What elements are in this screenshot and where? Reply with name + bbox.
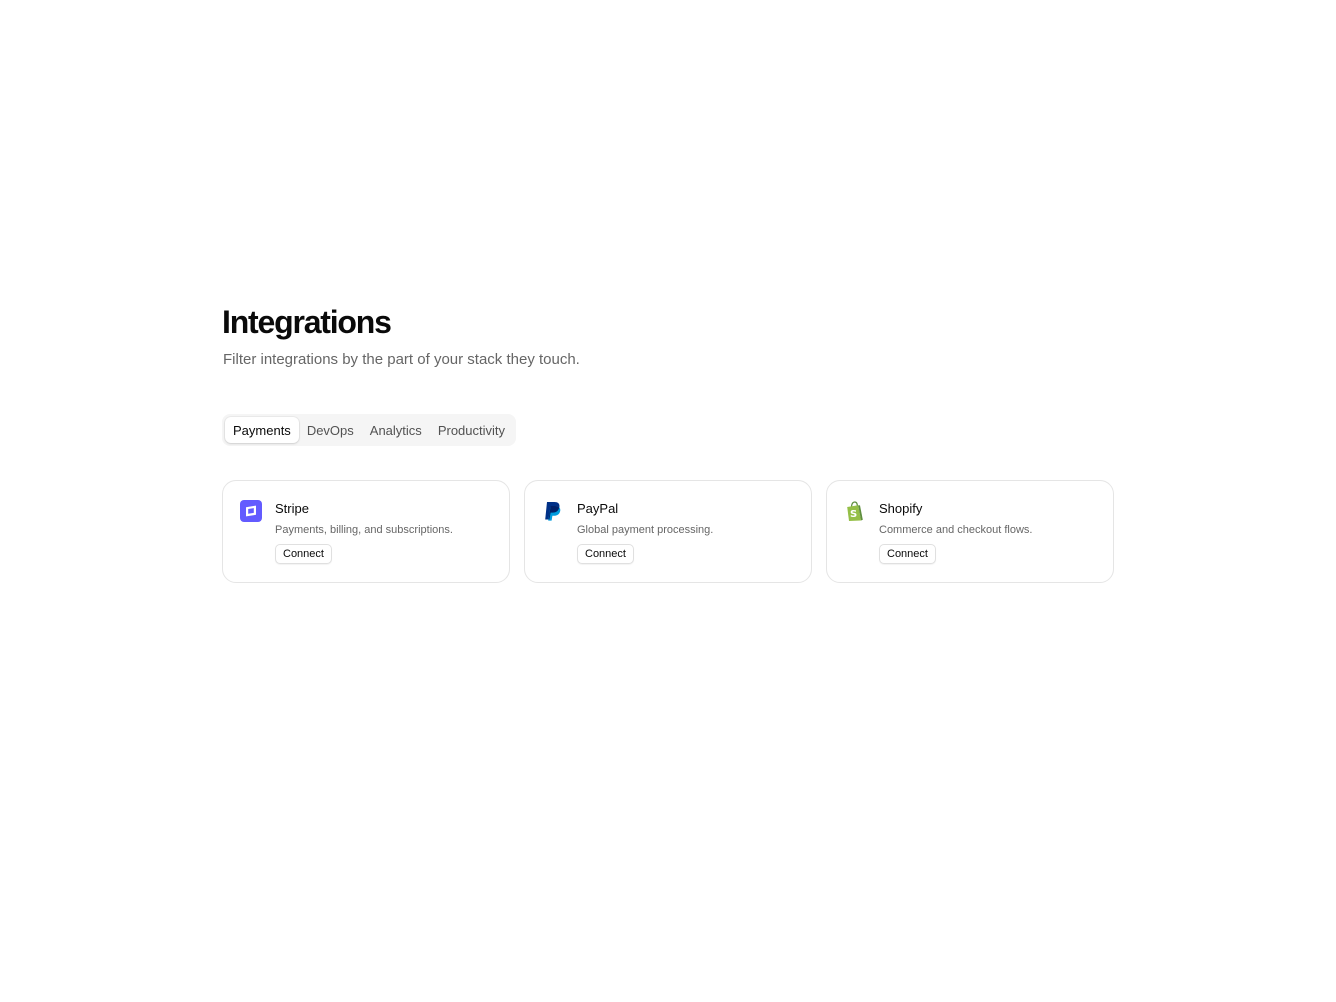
- svg-text:S: S: [850, 509, 857, 520]
- paypal-logo-icon: [542, 500, 564, 522]
- tab-payments[interactable]: Payments: [225, 417, 299, 443]
- connect-shopify-button[interactable]: Connect: [879, 544, 936, 564]
- integrations-section: Integrations Filter integrations by the …: [222, 302, 1114, 583]
- category-tabs: Payments DevOps Analytics Productivity: [222, 414, 517, 446]
- integration-card-shopify: S Shopify Commerce and checkout flows. C…: [826, 480, 1114, 583]
- shopify-logo-icon: S: [844, 500, 866, 522]
- integration-description: Payments, billing, and subscriptions.: [275, 524, 453, 536]
- integration-name: Shopify: [879, 501, 923, 516]
- tab-devops[interactable]: DevOps: [299, 417, 362, 443]
- tab-analytics[interactable]: Analytics: [362, 417, 430, 443]
- stripe-logo-icon: [240, 500, 262, 522]
- integration-name: Stripe: [275, 501, 309, 516]
- integration-card-paypal: PayPal Global payment processing. Connec…: [524, 480, 812, 583]
- integration-card-stripe: Stripe Payments, billing, and subscripti…: [222, 480, 510, 583]
- page: Integrations Filter integrations by the …: [0, 0, 1336, 1002]
- page-title: Integrations: [222, 304, 392, 340]
- connect-paypal-button[interactable]: Connect: [577, 544, 634, 564]
- page-subtitle: Filter integrations by the part of your …: [223, 351, 580, 368]
- integration-description: Global payment processing.: [577, 524, 714, 536]
- integration-description: Commerce and checkout flows.: [879, 524, 1033, 536]
- tab-productivity[interactable]: Productivity: [430, 417, 513, 443]
- integrations-grid: Stripe Payments, billing, and subscripti…: [222, 480, 1114, 583]
- connect-stripe-button[interactable]: Connect: [275, 544, 332, 564]
- integration-name: PayPal: [577, 501, 619, 516]
